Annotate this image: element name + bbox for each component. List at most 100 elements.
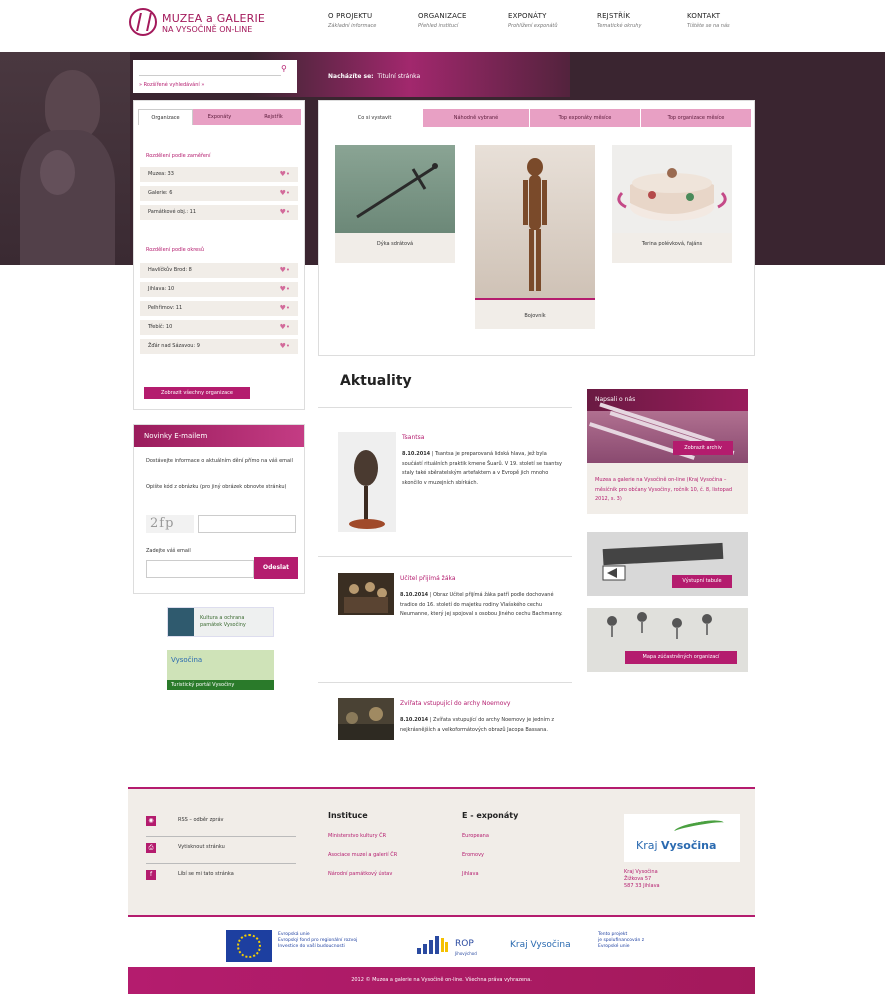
list-item[interactable]: Galerie: 6 ♥• [140, 186, 298, 201]
divider [318, 556, 572, 557]
news-thumbnail[interactable] [338, 432, 396, 532]
list-item[interactable]: Jihlava: 10 ♥• [140, 282, 298, 297]
news-thumbnail[interactable] [338, 698, 394, 740]
footer-link[interactable]: Europeana [462, 833, 489, 839]
advanced-search-link[interactable]: » Rozšířené vyhledávání » [139, 82, 204, 88]
tab-organizace[interactable]: Organizace [138, 109, 193, 125]
heart-eye-icon: ♥• [279, 266, 290, 274]
list-item[interactable]: Třebíč: 10 ♥• [140, 320, 298, 335]
cofinance-text: Tento projekt je spolufinancován z Evrop… [598, 932, 645, 949]
exhibit-card[interactable]: Bojovník [475, 145, 595, 329]
news-section-title: Aktuality [340, 373, 412, 389]
exhibit-caption: Terina polévková, fajáns [641, 241, 703, 247]
send-button[interactable]: Odeslat [254, 557, 298, 579]
like-link[interactable]: f Líbí se mi tato stránka [146, 865, 296, 891]
map-pin-icon [607, 616, 617, 637]
kraj-vysocina-logo-small: Kraj Vysočina [510, 940, 571, 950]
footer-link[interactable]: Národní památkový ústav [328, 871, 392, 877]
tsantsa-image [349, 450, 385, 529]
tab-top-exponaty[interactable]: Top exponáty měsíce [530, 109, 640, 127]
rop-stripes-icon [417, 936, 448, 954]
captcha-image: 2fp [146, 515, 194, 533]
news-thumbnail[interactable] [338, 573, 394, 615]
heart-eye-icon: ♥• [279, 342, 290, 350]
rop-logo: ROP Jihovýchod [415, 934, 487, 958]
rss-icon: ◉ [146, 816, 156, 826]
exhibit-card[interactable]: Dýka sdrátová [335, 145, 455, 263]
map-button[interactable]: Mapa zúčastněných organizací [625, 651, 737, 664]
pens-image [587, 402, 748, 463]
print-link[interactable]: ⎙ Vytisknout stránku [146, 838, 296, 864]
newsletter-box: Novinky E-mailem Dostávejte informace o … [133, 424, 305, 594]
statue-child-shape [40, 150, 75, 195]
news-body: 8.10.2014 | Obraz Učitel přijímá žáka pa… [400, 592, 563, 617]
heart-eye-icon: ♥• [279, 189, 290, 197]
breadcrumb-current[interactable]: Titulní stránka [377, 73, 420, 80]
rss-link[interactable]: ◉ RSS – odběr zpráv [146, 811, 296, 837]
tab-co-si-vystavit[interactable]: Co si vystavit [327, 109, 422, 127]
facebook-icon: f [146, 870, 156, 880]
captcha-input[interactable] [198, 515, 296, 533]
nav-rejstrik[interactable]: REJSTŘÍK Tematické okruhy [597, 12, 641, 29]
print-icon: ⎙ [146, 843, 156, 853]
tab-rejstrik[interactable]: Rejstřík [246, 109, 301, 125]
email-input[interactable] [146, 560, 254, 578]
news-body: 8.10.2014 | Zvířata vstupující do archy … [400, 717, 555, 733]
dagger-icon [356, 163, 438, 219]
list-item[interactable]: Pelhřimov: 11 ♥• [140, 301, 298, 316]
footer-col-title: Instituce [328, 811, 368, 820]
tab-exponaty[interactable]: Exponáty [193, 109, 246, 125]
footer-link[interactable]: Jihlava [462, 871, 479, 877]
search-input[interactable] [139, 66, 281, 76]
map-pin-icon [702, 614, 712, 635]
footer-link[interactable]: Ministerstvo kultury ČR [328, 833, 386, 839]
news-item: Tsantsa 8.10.2014 | Tsantsa je preparova… [338, 430, 568, 540]
news-item: Zvířata vstupující do archy Noemovy 8.10… [338, 698, 568, 768]
logo-title[interactable]: MUZEA a GALERIE [162, 12, 265, 25]
list-item[interactable]: Muzea: 33 ♥• [140, 167, 298, 182]
press-box: Napsali o nás Zobrazit archiv Muzea a ga… [587, 389, 748, 514]
exhibit-image [335, 145, 455, 233]
copyright-bar: 2012 © Muzea a galerie na Vysočině on-li… [128, 967, 755, 994]
list-item[interactable]: Žďár nad Sázavou: 9 ♥• [140, 339, 298, 354]
list-item[interactable]: Památkové obj.: 11 ♥• [140, 205, 298, 220]
section-title-region: Rozdělení podle okresů [146, 247, 205, 253]
nav-kontakt[interactable]: KONTAKT Tištěte se na nás [687, 12, 730, 29]
footer-link[interactable]: Eromovy [462, 852, 484, 858]
nav-exponaty[interactable]: EXPONÁTY Prohlížení exponátů [508, 12, 558, 29]
search-icon[interactable]: ⚲ [281, 64, 289, 73]
news-item: Učitel přijímá žáka 8.10.2014 | Obraz Uč… [338, 573, 568, 668]
footer-col-title: E - exponáty [462, 811, 519, 820]
exhibit-image [475, 145, 595, 300]
newsletter-title: Novinky E-mailem [134, 425, 304, 447]
organizations-panel: Organizace Exponáty Rejstřík Rozdělení p… [133, 100, 305, 410]
heart-eye-icon: ♥• [279, 285, 290, 293]
logo-mark-icon[interactable] [129, 8, 157, 36]
tab-nahodne[interactable]: Náhodně vybrané [423, 109, 529, 127]
nav-organizace[interactable]: ORGANIZACE Přehled institucí [418, 12, 467, 29]
news-headline[interactable]: Zvířata vstupující do archy Noemovy [400, 700, 510, 707]
press-text[interactable]: Muzea a galerie na Vysočině on-line (Kra… [595, 476, 743, 505]
show-archive-button[interactable]: Zobrazit archiv [673, 441, 733, 455]
divider [318, 407, 572, 408]
signpost-button[interactable]: Výstupní tabule [672, 575, 732, 588]
exhibit-card[interactable]: Terina polévková, fajáns [612, 145, 732, 263]
search-box: ⚲ » Rozšířené vyhledávání » [133, 60, 297, 93]
tab-top-organizace[interactable]: Top organizace měsíce [641, 109, 751, 127]
kraj-vysocina-logo[interactable]: Kraj Vysočina [624, 814, 740, 862]
divider [318, 682, 572, 683]
list-item[interactable]: Havlíčkův Brod: 8 ♥• [140, 263, 298, 278]
nav-o-projektu[interactable]: O PROJEKTU Základní informace [328, 12, 376, 29]
ark-painting-image [338, 707, 394, 740]
kultura-logo-icon [168, 608, 194, 636]
news-headline[interactable]: Tsantsa [402, 434, 424, 441]
map-promo: Mapa zúčastněných organizací [587, 608, 748, 672]
vysocina-tourism-logo[interactable]: Vysočina Turistický portál Vysočiny [167, 650, 274, 690]
logo-subtitle[interactable]: NA VYSOČINĚ ON-LINE [162, 25, 252, 34]
footer-link[interactable]: Asociace muzeí a galerií ČR [328, 852, 397, 858]
kultura-logo[interactable]: Kultura a ochrana památek Vysočiny [167, 607, 274, 637]
news-headline[interactable]: Učitel přijímá žáka [400, 575, 456, 582]
show-all-organizations-button[interactable]: Zobrazit všechny organizace [144, 387, 250, 399]
newsletter-text: Dostávejte informace o aktuálním dění př… [146, 458, 293, 464]
heart-eye-icon: ♥• [279, 323, 290, 331]
